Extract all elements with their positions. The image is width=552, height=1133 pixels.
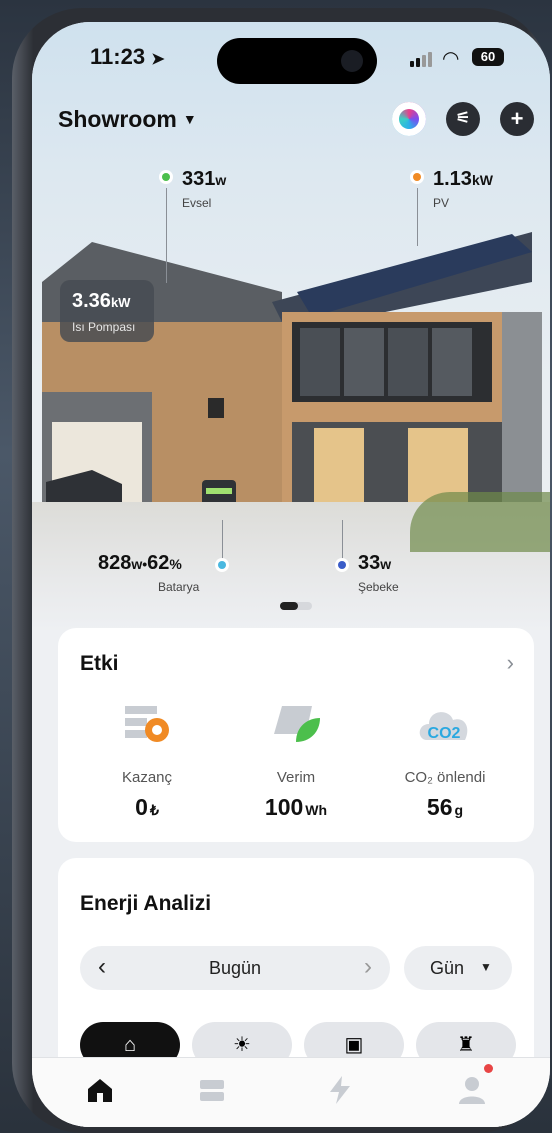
battery-label: Batarya [158,580,200,594]
nav-devices[interactable] [192,1074,232,1110]
nav-energy[interactable] [320,1074,360,1110]
plus-icon: + [510,106,524,131]
app-screen: 331w Evsel 1.13kW PV 3.36kW Isı Pompası … [32,22,550,1127]
co2-cloud-icon: CO2 [419,712,468,742]
pv-power-value: 1.13kW [433,168,493,190]
home-power-value: 331w [182,168,227,190]
granularity-dropdown[interactable]: Gün ▼ [404,946,512,990]
impact-metric-savings: Kazanç 0 ₺ [72,698,222,821]
energy-icon [330,1076,350,1104]
home-label: Evsel [182,196,212,210]
cellular-signal-icon [410,52,434,72]
co2-label: CO₂ önlendi [404,769,486,786]
caret-down-icon: ▼ [182,111,197,127]
energy-analysis-title: Enerji Analizi [80,892,212,915]
period-label[interactable]: Bugün [80,958,390,979]
home-connector [166,188,167,283]
grid-connector [342,520,343,560]
home-icon [88,1079,112,1102]
grid-power-value: 33w [358,552,392,574]
heat-pump-card[interactable]: 3.36kW Isı Pompası [60,280,154,342]
yield-value: 100 Wh [264,794,328,820]
granularity-value: Gün [430,958,465,978]
home-energy-icon: ⌂ [123,1034,137,1056]
devices-icon [200,1080,224,1101]
profile-icon [459,1077,485,1104]
solar-leaf-icon [274,706,320,742]
pv-dot [410,170,424,184]
location-arrow-icon: ➤ [151,51,165,68]
assistant-orb-icon[interactable] [392,102,426,136]
pv-connector [417,188,418,246]
phone-frame: 331w Evsel 1.13kW PV 3.36kW Isı Pompası … [12,8,550,1133]
caret-down-icon: ▼ [480,960,492,974]
battery-dot [215,558,229,572]
notification-dot [484,1064,493,1073]
impact-title: Etki [80,652,119,675]
pv-label: PV [433,196,450,210]
nav-profile[interactable] [452,1064,493,1110]
impact-metric-yield: Verim 100 Wh [221,698,371,821]
settings-sliders-button[interactable]: ⚟ [446,102,480,136]
home-dot [159,170,173,184]
savings-value: 0 ₺ [135,794,159,820]
chevron-right-period-icon[interactable]: › [364,953,372,981]
impact-card[interactable]: Etki › Kazanç 0 ₺ Verim 100 Wh CO2 CO₂ önl… [58,628,534,842]
savings-icon [125,706,169,742]
sliders-icon: ⚟ [455,110,471,127]
grid-dot [335,558,349,572]
location-selector[interactable]: Showroom ▼ [58,106,197,133]
battery-value: 828w•62% [98,552,182,574]
svg-text:CO2: CO2 [428,725,461,742]
status-time: 11:23 ➤ [90,44,165,69]
nav-home[interactable] [80,1074,120,1110]
heat-pump-value: 3.36kW [72,290,131,312]
lawn [410,492,550,552]
wifi-icon: ◠ [442,48,460,70]
grid-label: Şebeke [358,580,399,594]
bottom-tab-bar [32,1057,550,1127]
chevron-right-icon[interactable]: › [507,650,514,676]
period-selector: ‹ Bugün › [80,946,390,990]
battery-icon: ▣ [344,1034,364,1056]
page-indicator[interactable] [280,602,312,610]
impact-metric-co2: CO2 CO₂ önlendi 56 g [370,698,520,821]
status-bar: 11:23 ➤ ◠ 60 [32,42,550,72]
battery-status: 60 [472,48,504,66]
savings-label: Kazanç [121,769,173,786]
yield-label: Verim [276,769,316,786]
grid-tower-icon: ♜ [457,1034,475,1056]
add-button[interactable]: + [500,102,534,136]
co2-value: 56 g [426,794,464,820]
heat-pump-label: Isı Pompası [72,320,136,334]
sun-icon: ☀ [233,1034,251,1056]
battery-connector [222,520,223,560]
